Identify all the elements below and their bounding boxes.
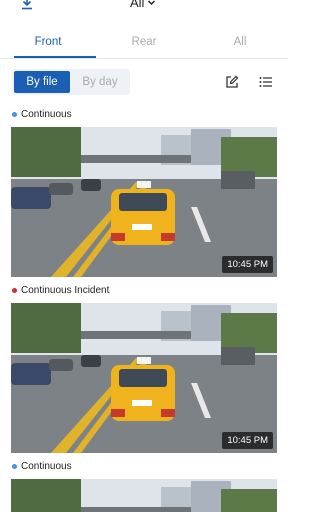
list-view-button[interactable] <box>256 72 276 92</box>
by-file-button[interactable]: By file <box>14 71 70 93</box>
chevron-down-icon <box>148 0 156 6</box>
tab-all[interactable]: All <box>210 36 270 48</box>
continuous-dot-icon <box>12 112 17 117</box>
edit-button[interactable] <box>222 72 242 92</box>
incident-dot-icon <box>12 288 17 293</box>
download-icon <box>22 0 32 10</box>
recording-type-label: Continuous <box>12 461 72 472</box>
road-scene-image <box>11 479 277 512</box>
recording-thumbnail[interactable]: 10:45 PM <box>11 127 277 277</box>
camera-tabs: Front Rear All <box>0 28 288 58</box>
tab-rear[interactable]: Rear <box>114 36 174 48</box>
by-day-button[interactable]: By day <box>72 71 128 93</box>
recording-time: 10:45 PM <box>222 256 273 273</box>
list-icon <box>259 77 272 87</box>
filter-label: All <box>130 0 145 10</box>
road-scene-image <box>11 127 277 277</box>
recording-type-text: Continuous <box>21 109 72 120</box>
view-toggle: By file By day <box>12 69 130 95</box>
recording-type-label: Continuous Incident <box>12 285 109 296</box>
top-bar: All <box>0 0 288 16</box>
recording-type-label: Continuous <box>12 109 72 120</box>
tab-front[interactable]: Front <box>18 36 78 48</box>
recording-type-text: Continuous Incident <box>21 285 110 296</box>
recording-thumbnail[interactable]: 10:45 PM <box>11 303 277 453</box>
road-scene-image <box>11 303 277 453</box>
tabs-divider <box>0 58 288 59</box>
continuous-dot-icon <box>12 464 17 469</box>
filter-select[interactable]: All <box>130 0 156 10</box>
recording-type-text: Continuous <box>21 461 72 472</box>
recording-time: 10:45 PM <box>222 432 273 449</box>
download-button[interactable] <box>12 0 42 14</box>
recording-thumbnail[interactable] <box>11 479 277 512</box>
edit-icon <box>226 75 239 88</box>
